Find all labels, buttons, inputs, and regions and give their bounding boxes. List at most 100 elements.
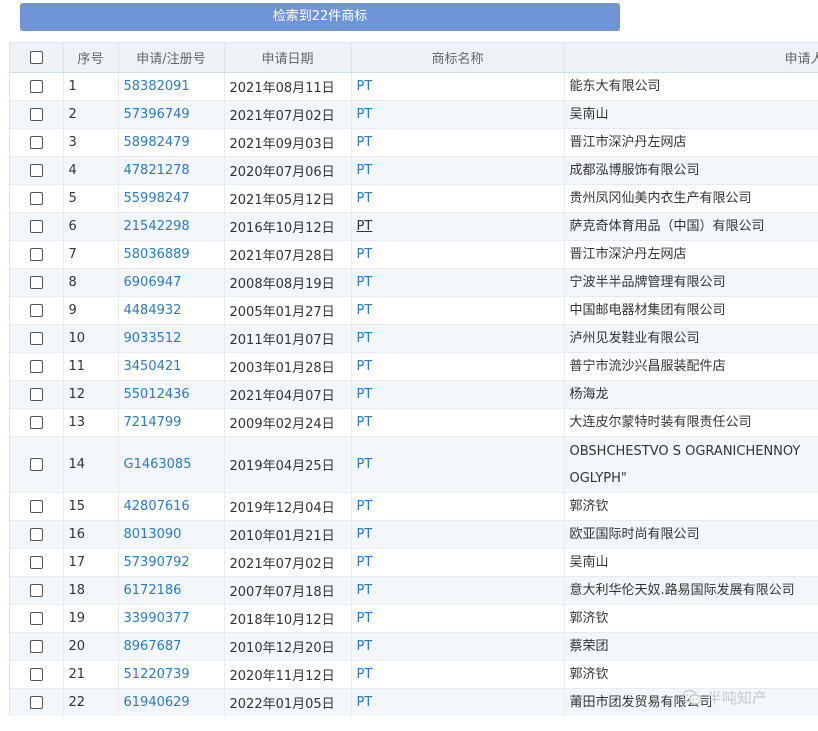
- row-index: 6: [63, 212, 119, 241]
- row-checkbox[interactable]: [29, 360, 43, 373]
- reg-no-link[interactable]: 58036889: [124, 247, 190, 262]
- reg-no-link[interactable]: 21542298: [124, 219, 190, 234]
- reg-no-link[interactable]: 7214799: [124, 415, 182, 430]
- row-index: 5: [63, 184, 119, 213]
- reg-no-link[interactable]: 58382091: [124, 79, 190, 94]
- row-index: 17: [63, 548, 119, 577]
- trademark-name-link[interactable]: PT: [357, 639, 373, 654]
- reg-no-link[interactable]: 33990377: [124, 611, 190, 626]
- reg-no-link[interactable]: 57396749: [124, 107, 190, 122]
- trademark-name-link[interactable]: PT: [357, 527, 373, 542]
- trademark-name-link[interactable]: PT: [357, 555, 373, 570]
- row-checkbox[interactable]: [29, 584, 43, 597]
- select-all-checkbox[interactable]: [29, 51, 43, 64]
- name-cell: PT: [351, 380, 565, 409]
- date-cell: 2021年07月02日: [224, 548, 352, 577]
- name-cell: PT: [351, 324, 565, 353]
- trademark-name-link[interactable]: PT: [357, 611, 373, 626]
- reg-no-cell: 8967687: [118, 632, 225, 661]
- row-index: 13: [63, 408, 119, 437]
- row-checkbox[interactable]: [29, 80, 43, 93]
- applicant-cell: OBSHCHESTVO S OGRANICHENNOY OGLYPH": [564, 436, 818, 493]
- trademark-name-link[interactable]: PT: [357, 107, 373, 122]
- watermark: 半吨知产: [682, 686, 767, 708]
- trademark-name-link[interactable]: PT: [357, 359, 373, 374]
- reg-no-link[interactable]: 61940629: [124, 695, 190, 710]
- reg-no-link[interactable]: 55012436: [124, 387, 190, 402]
- column-header-date: 申请日期: [224, 42, 352, 73]
- trademark-name-link[interactable]: PT: [357, 275, 373, 290]
- date-cell: 2021年07月02日: [224, 100, 352, 129]
- table-row: 5 55998247 2021年05月12日 PT 贵州凤冈仙美内衣生产有限公司: [10, 184, 818, 213]
- trademark-name-link[interactable]: PT: [357, 457, 373, 472]
- row-checkbox[interactable]: [29, 248, 43, 261]
- row-checkbox[interactable]: [29, 458, 43, 471]
- name-cell: PT: [351, 352, 565, 381]
- reg-no-link[interactable]: 57390792: [124, 555, 190, 570]
- row-index: 21: [63, 660, 119, 689]
- reg-no-cell: 57390792: [118, 548, 225, 577]
- reg-no-link[interactable]: 8967687: [124, 639, 182, 654]
- reg-no-cell: 3450421: [118, 352, 225, 381]
- row-index: 9: [63, 296, 119, 325]
- date-cell: 2003年01月28日: [224, 352, 352, 381]
- trademark-name-link[interactable]: PT: [357, 303, 373, 318]
- row-checkbox[interactable]: [29, 416, 43, 429]
- row-checkbox[interactable]: [29, 108, 43, 121]
- reg-no-cell: 55998247: [118, 184, 225, 213]
- row-checkbox[interactable]: [29, 528, 43, 541]
- row-checkbox[interactable]: [29, 332, 43, 345]
- row-checkbox-cell: [10, 240, 64, 269]
- reg-no-link[interactable]: 55998247: [124, 191, 190, 206]
- reg-no-link[interactable]: G1463085: [124, 457, 192, 472]
- applicant-cell: 普宁市流沙兴昌服装配件店: [564, 352, 818, 381]
- trademark-name-link[interactable]: PT: [357, 583, 373, 598]
- row-checkbox[interactable]: [29, 668, 43, 681]
- reg-no-link[interactable]: 6172186: [124, 583, 182, 598]
- reg-no-link[interactable]: 47821278: [124, 163, 190, 178]
- reg-no-link[interactable]: 6906947: [124, 275, 182, 290]
- row-checkbox[interactable]: [29, 164, 43, 177]
- trademark-name-link[interactable]: PT: [357, 247, 373, 262]
- row-checkbox[interactable]: [29, 304, 43, 317]
- row-checkbox[interactable]: [29, 136, 43, 149]
- search-result-count-button[interactable]: 检索到22件商标: [20, 3, 620, 31]
- row-checkbox[interactable]: [29, 612, 43, 625]
- row-checkbox[interactable]: [29, 220, 43, 233]
- trademark-name-link[interactable]: PT: [357, 219, 373, 234]
- row-checkbox[interactable]: [29, 388, 43, 401]
- date-cell: 2008年08月19日: [224, 268, 352, 297]
- row-checkbox[interactable]: [29, 192, 43, 205]
- trademark-name-link[interactable]: PT: [357, 79, 373, 94]
- row-checkbox[interactable]: [29, 696, 43, 709]
- reg-no-link[interactable]: 9033512: [124, 331, 182, 346]
- applicant-cell: 晋江市深沪丹左网店: [564, 240, 818, 269]
- wechat-icon: [682, 689, 702, 706]
- row-checkbox[interactable]: [29, 556, 43, 569]
- trademark-name-link[interactable]: PT: [357, 695, 373, 710]
- row-checkbox[interactable]: [29, 500, 43, 513]
- trademark-name-link[interactable]: PT: [357, 415, 373, 430]
- reg-no-link[interactable]: 3450421: [124, 359, 182, 374]
- trademark-name-link[interactable]: PT: [357, 331, 373, 346]
- date-cell: 2021年04月07日: [224, 380, 352, 409]
- table-row: 16 8013090 2010年01月21日 PT 欧亚国际时尚有限公司: [10, 520, 818, 549]
- reg-no-link[interactable]: 58982479: [124, 135, 190, 150]
- trademark-name-link[interactable]: PT: [357, 499, 373, 514]
- reg-no-link[interactable]: 8013090: [124, 527, 182, 542]
- row-checkbox[interactable]: [29, 640, 43, 653]
- trademark-name-link[interactable]: PT: [357, 191, 373, 206]
- trademark-name-link[interactable]: PT: [357, 387, 373, 402]
- reg-no-link[interactable]: 51220739: [124, 667, 190, 682]
- row-checkbox[interactable]: [29, 276, 43, 289]
- trademark-name-link[interactable]: PT: [357, 135, 373, 150]
- reg-no-cell: 21542298: [118, 212, 225, 241]
- reg-no-link[interactable]: 4484932: [124, 303, 182, 318]
- table-row: 7 58036889 2021年07月28日 PT 晋江市深沪丹左网店: [10, 240, 818, 269]
- trademark-name-link[interactable]: PT: [357, 667, 373, 682]
- trademark-name-link[interactable]: PT: [357, 163, 373, 178]
- watermark-text: 半吨知产: [707, 688, 768, 707]
- applicant-cell: 杨海龙: [564, 380, 818, 409]
- reg-no-link[interactable]: 42807616: [124, 499, 190, 514]
- name-cell: PT: [351, 100, 565, 129]
